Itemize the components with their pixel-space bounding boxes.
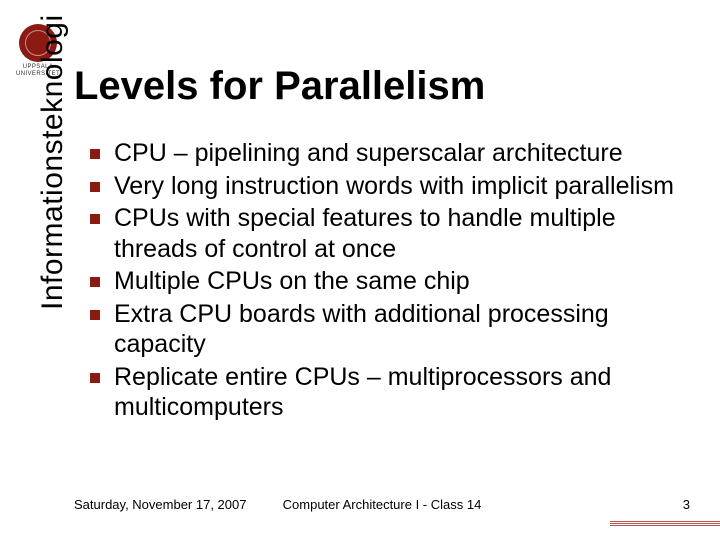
- bullet-text: Very long instruction words with implici…: [114, 171, 674, 202]
- square-bullet-icon: [90, 310, 100, 320]
- square-bullet-icon: [90, 214, 100, 224]
- square-bullet-icon: [90, 182, 100, 192]
- slide-footer: Saturday, November 17, 2007 Computer Arc…: [74, 497, 690, 512]
- department-label: Informationsteknologi: [36, 14, 70, 310]
- square-bullet-icon: [90, 373, 100, 383]
- list-item: CPU – pipelining and superscalar archite…: [90, 138, 690, 169]
- list-item: Multiple CPUs on the same chip: [90, 266, 690, 297]
- list-item: CPUs with special features to handle mul…: [90, 203, 690, 264]
- slide-title: Levels for Parallelism: [74, 64, 485, 109]
- square-bullet-icon: [90, 149, 100, 159]
- decorative-lines-icon: [610, 520, 720, 526]
- bullet-text: CPU – pipelining and superscalar archite…: [114, 138, 623, 169]
- footer-page-number: 3: [683, 497, 690, 512]
- list-item: Replicate entire CPUs – multiprocessors …: [90, 362, 690, 423]
- list-item: Extra CPU boards with additional process…: [90, 299, 690, 360]
- bullet-list: CPU – pipelining and superscalar archite…: [90, 138, 690, 425]
- bullet-text: Multiple CPUs on the same chip: [114, 266, 470, 297]
- bullet-text: Extra CPU boards with additional process…: [114, 299, 690, 360]
- bullet-text: CPUs with special features to handle mul…: [114, 203, 690, 264]
- bullet-text: Replicate entire CPUs – multiprocessors …: [114, 362, 690, 423]
- square-bullet-icon: [90, 277, 100, 287]
- list-item: Very long instruction words with implici…: [90, 171, 690, 202]
- footer-date: Saturday, November 17, 2007: [74, 497, 246, 512]
